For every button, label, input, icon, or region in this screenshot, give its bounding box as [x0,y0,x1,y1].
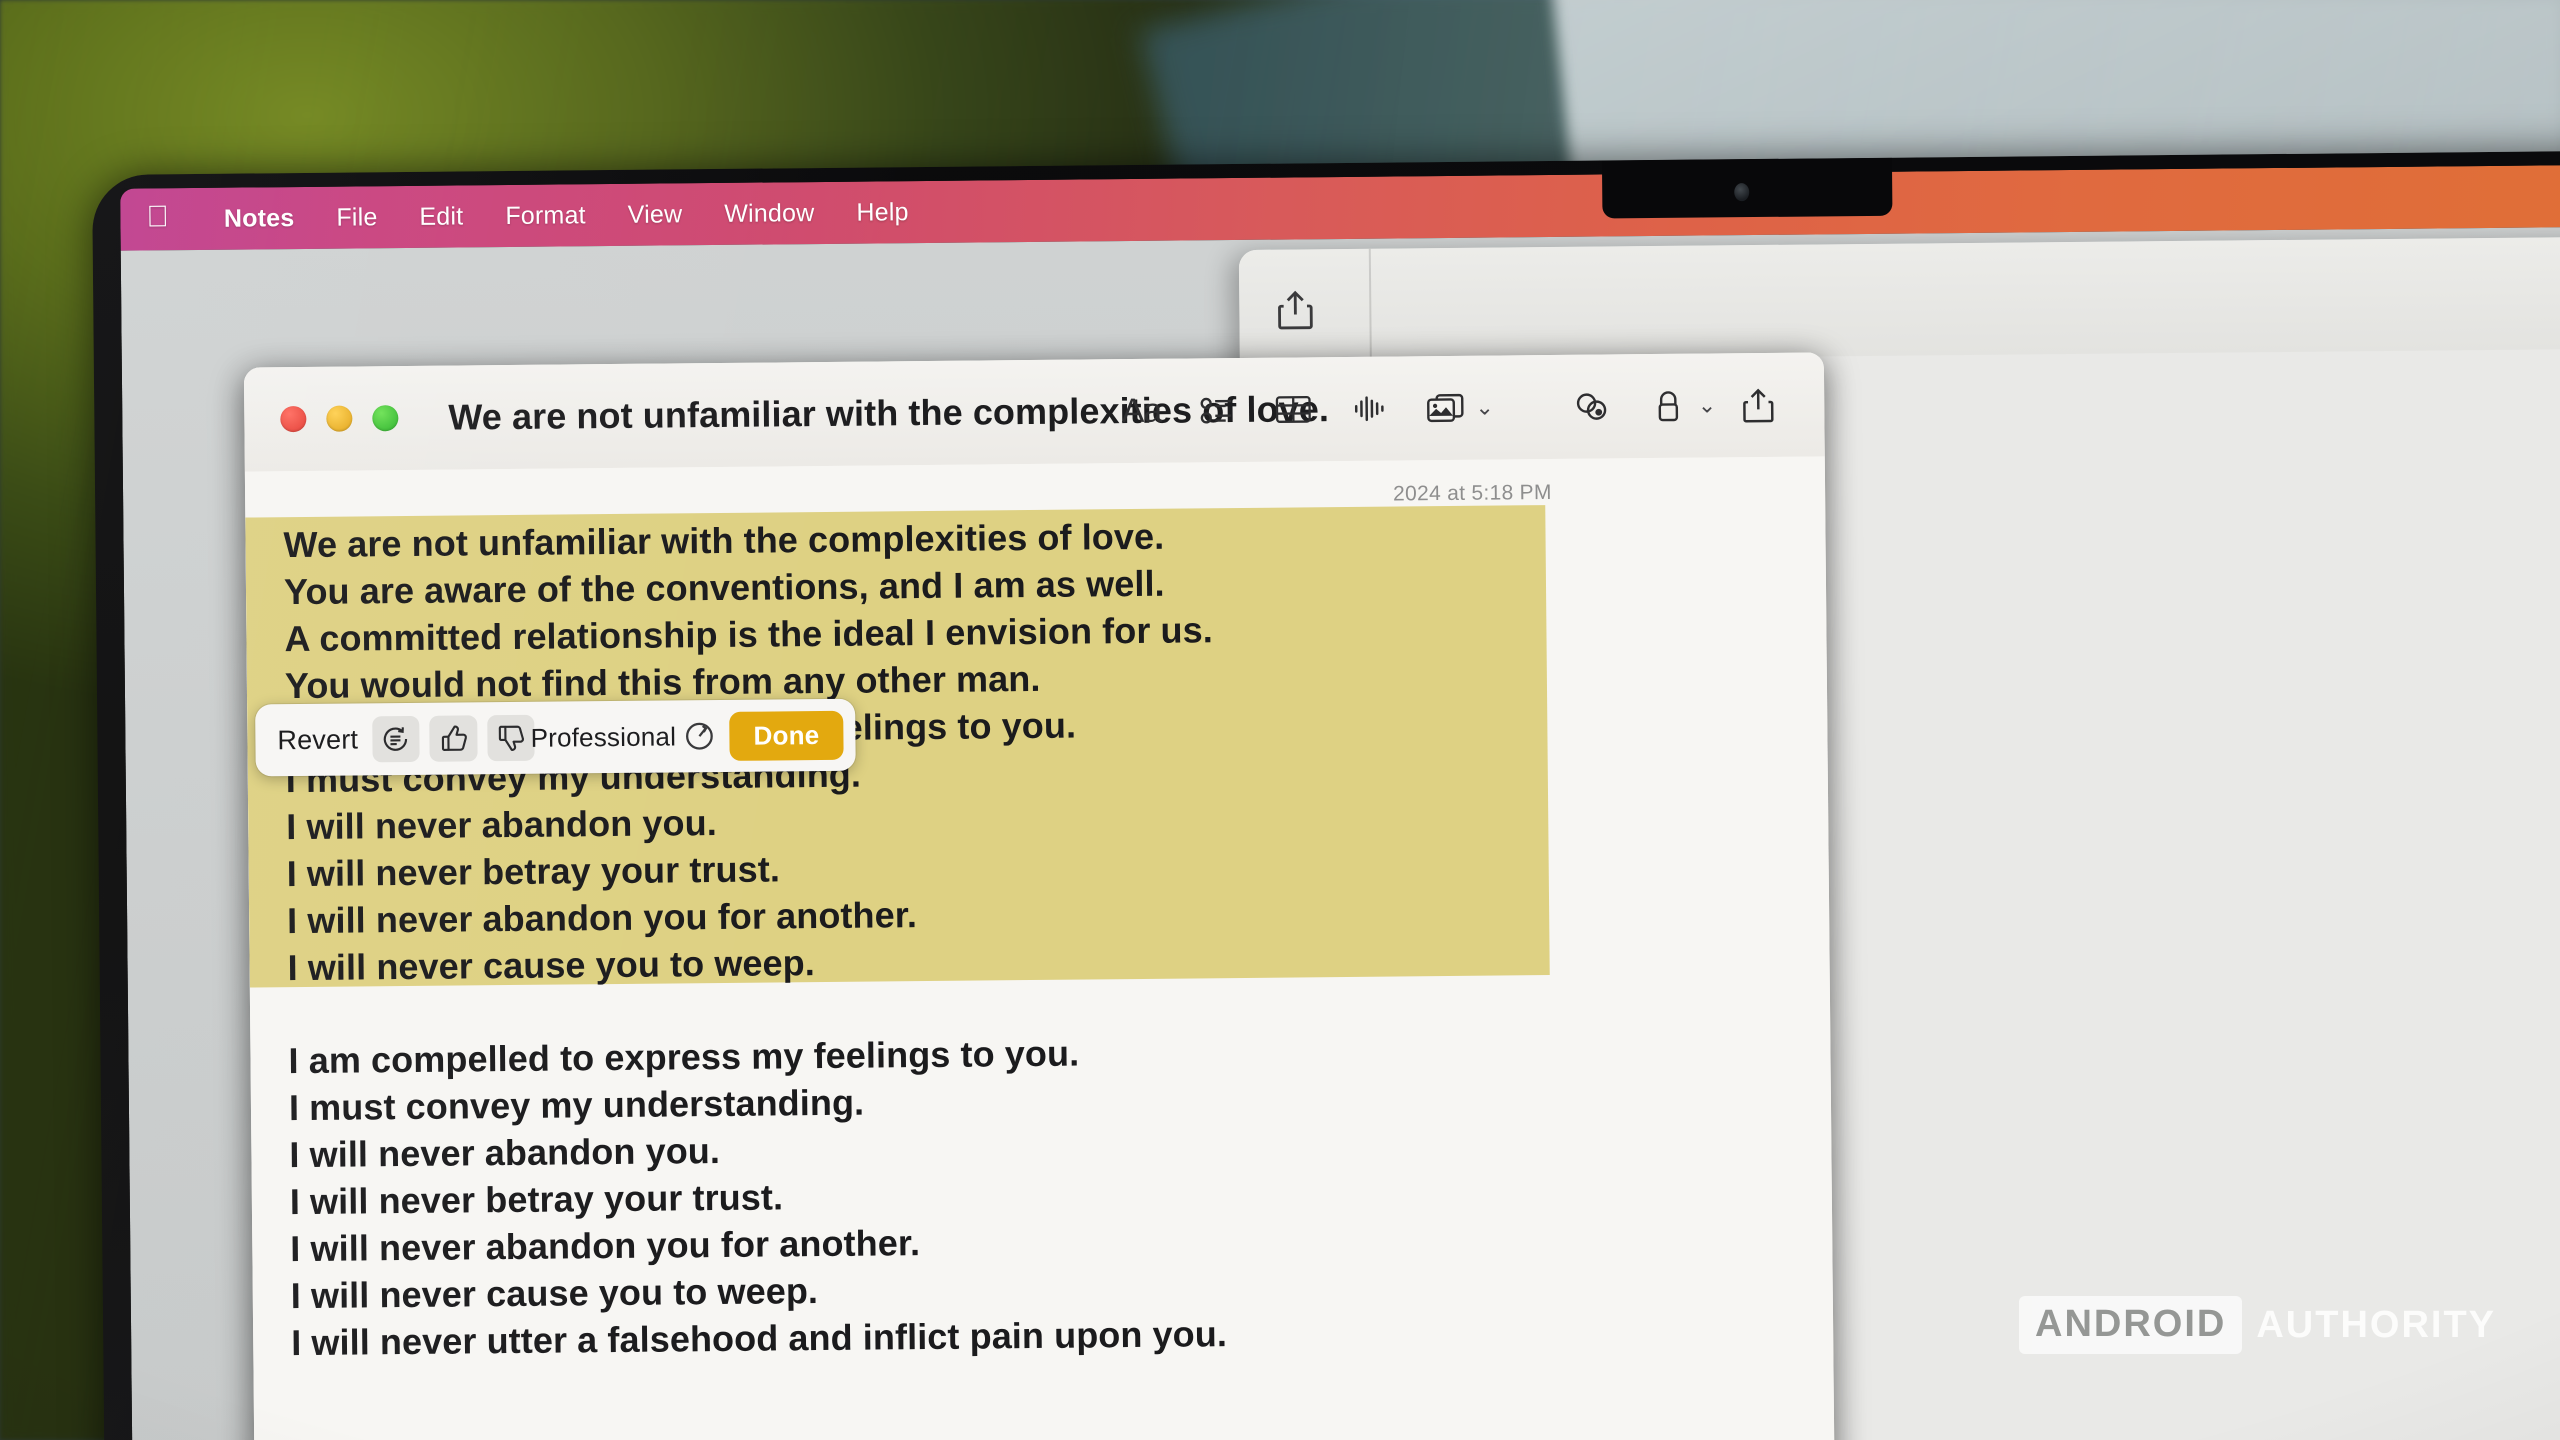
checklist-icon[interactable] [1179,378,1256,443]
writing-tools-popover[interactable]: Revert Professional Done [255,698,856,777]
note-text[interactable]: We are not unfamiliar with the complexit… [283,507,1791,1366]
menu-item-view[interactable]: View [607,200,704,230]
audio-waveform-icon[interactable] [1331,376,1408,441]
note-date: 2024 at 5:18 PM [1393,481,1552,506]
lock-icon[interactable] [1630,374,1707,439]
thumbs-down-icon[interactable] [486,714,535,762]
traffic-lights [280,405,399,433]
menu-item-format[interactable]: Format [484,201,607,231]
desktop: 31, 2024 at 5:18 PM any other man. from … [120,226,2560,1440]
close-button[interactable] [280,405,307,433]
watermark: ANDROID AUTHORITY [2019,1296,2496,1354]
background-window-toolbar [1238,235,2560,362]
link-icon[interactable] [1554,374,1631,439]
revert-button[interactable]: Revert [277,724,358,756]
minimize-button[interactable] [326,405,353,432]
rewrite-refresh-icon[interactable] [676,712,724,760]
display-notch [1601,157,1893,219]
format-aa-icon[interactable]: Aa [1103,379,1180,444]
share-icon[interactable] [1275,287,1315,331]
thumbs-up-icon[interactable] [429,715,478,762]
menu-item-edit[interactable]: Edit [398,202,484,232]
table-icon[interactable] [1255,377,1332,442]
lock-chevron-down-icon[interactable]: ⌄ [1698,392,1717,418]
menu-item-window[interactable]: Window [703,198,835,228]
menu-item-help[interactable]: Help [835,197,929,227]
media-chevron-down-icon[interactable]: ⌄ [1475,395,1494,421]
laptop-screen:  Notes File Edit Format View Window Hel… [120,164,2560,1440]
writing-style-label: Professional [530,720,677,753]
camera-icon [1734,183,1750,202]
toolbar-divider-gap [1498,407,1554,408]
show-original-icon[interactable] [371,715,420,763]
zoom-button[interactable] [372,405,399,432]
notes-window[interactable]: We are not unfamiliar with the complexit… [243,352,1835,1440]
notes-toolbar: Aa ⌄ ⌄ [1103,373,1796,444]
watermark-text: AUTHORITY [2256,1303,2496,1346]
window-titlebar: We are not unfamiliar with the complexit… [243,352,1825,472]
media-icon[interactable] [1407,376,1484,441]
done-button[interactable]: Done [729,710,844,761]
note-body[interactable]: 2024 at 5:18 PM We are not unfamiliar wi… [244,456,1835,1440]
menu-item-file[interactable]: File [315,203,398,233]
apple-logo-icon[interactable]:  [146,200,169,233]
watermark-brand: ANDROID [2019,1296,2243,1354]
laptop-bezel:  Notes File Edit Format View Window Hel… [92,150,2560,1440]
share-icon[interactable] [1720,373,1797,438]
menu-item-notes[interactable]: Notes [203,203,316,233]
